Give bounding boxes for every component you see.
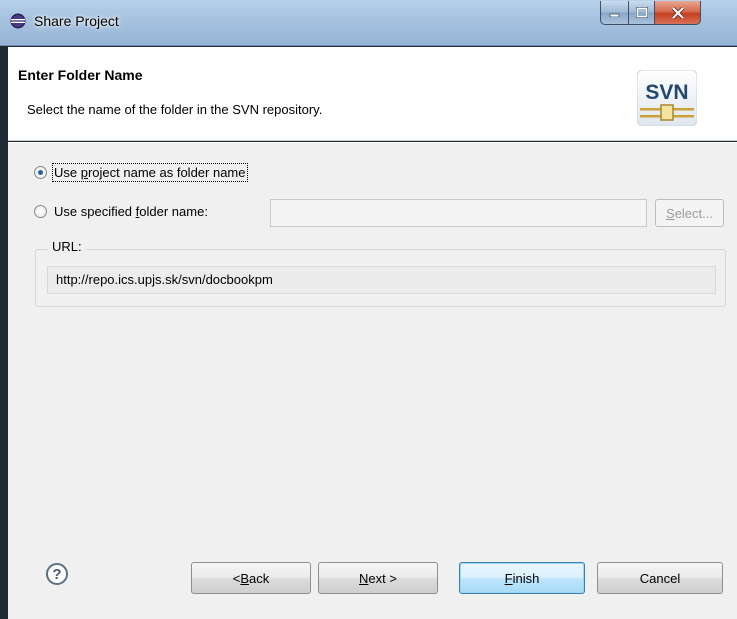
minimize-button[interactable] [600, 1, 629, 25]
close-button[interactable] [654, 1, 701, 25]
use-specified-folder-label: Use specified folder name: [54, 204, 208, 219]
svn-logo-icon: SVN [637, 70, 697, 126]
url-label: URL: [48, 239, 86, 254]
svn-logo-text: SVN [645, 81, 688, 104]
wizard-header: Enter Folder Name Select the name of the… [8, 47, 737, 141]
eclipse-icon [10, 13, 26, 29]
help-icon[interactable]: ? [46, 563, 68, 585]
page-title: Enter Folder Name [18, 67, 143, 83]
maximize-button[interactable] [628, 1, 655, 25]
wizard-footer: ? < Back Next > Finish Cancel [8, 543, 737, 619]
use-specified-folder-radio[interactable] [34, 205, 47, 218]
finish-button[interactable]: Finish [459, 562, 585, 594]
next-button[interactable]: Next > [318, 562, 438, 594]
page-description: Select the name of the folder in the SVN… [27, 102, 323, 117]
use-project-name-option[interactable]: Use project name as folder name [34, 163, 248, 182]
minimize-icon [609, 13, 619, 17]
use-project-name-label: Use project name as folder name [52, 163, 248, 182]
share-project-dialog: Share Project Enter Folder Name Select t… [0, 0, 737, 619]
close-icon [671, 6, 684, 19]
use-specified-folder-option[interactable]: Use specified folder name: [34, 204, 208, 219]
folder-name-input[interactable] [270, 199, 647, 227]
title-bar[interactable]: Share Project [0, 0, 737, 46]
maximize-icon [635, 7, 648, 18]
url-field[interactable]: http://repo.ics.upjs.sk/svn/docbookpm [47, 266, 716, 294]
select-button[interactable]: Select... [655, 199, 724, 227]
window-title: Share Project [34, 13, 119, 29]
wizard-content: Use project name as folder name Use spec… [8, 142, 737, 543]
use-project-name-radio[interactable] [34, 166, 47, 179]
back-button[interactable]: < Back [191, 562, 311, 594]
cancel-button[interactable]: Cancel [597, 562, 723, 594]
